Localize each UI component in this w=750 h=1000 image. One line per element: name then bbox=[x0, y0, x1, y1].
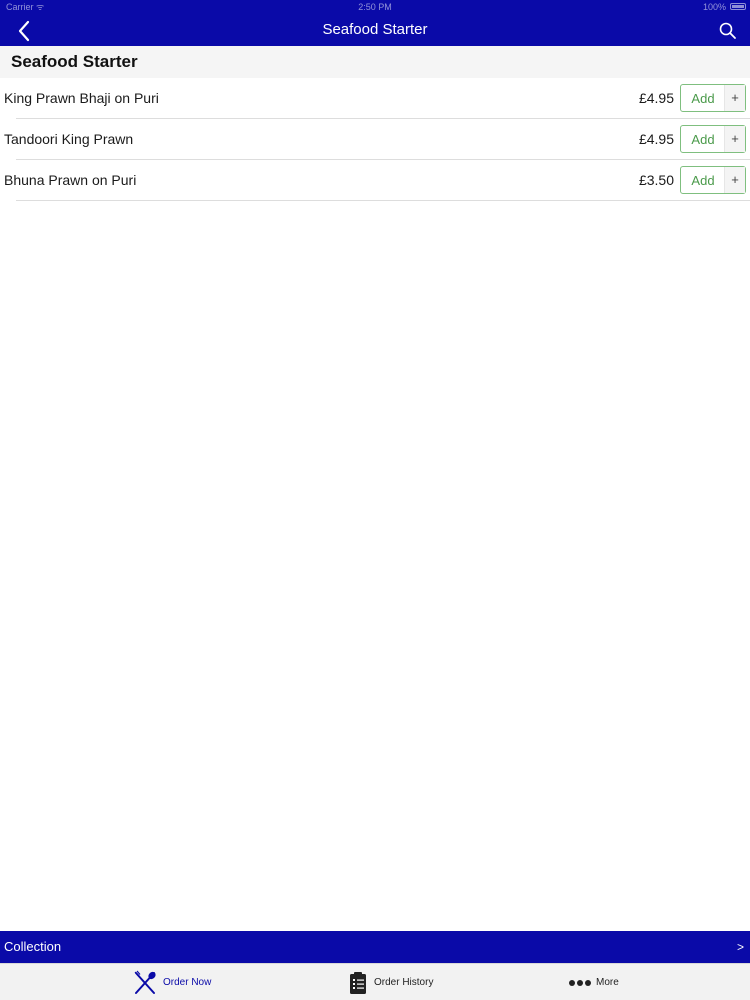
plus-icon: + bbox=[724, 126, 745, 152]
add-button[interactable]: Add + bbox=[680, 84, 746, 112]
app-root: Carrier ᯤ 2:50 PM 100% Seafood Starter S… bbox=[0, 0, 750, 1000]
menu-item[interactable]: King Prawn Bhaji on Puri £4.95 Add + bbox=[0, 78, 750, 119]
add-label: Add bbox=[691, 173, 715, 188]
plus-icon: + bbox=[724, 85, 745, 111]
tab-order-history[interactable]: Order History bbox=[345, 964, 455, 1000]
status-bar: Carrier ᯤ 2:50 PM 100% bbox=[0, 0, 750, 14]
item-price: £4.95 bbox=[638, 90, 674, 106]
add-label: Add bbox=[691, 132, 715, 147]
battery-percent: 100% bbox=[702, 2, 726, 12]
plus-icon: + bbox=[724, 167, 745, 193]
tab-more[interactable]: More bbox=[566, 964, 636, 1000]
add-button[interactable]: Add + bbox=[680, 166, 746, 194]
add-button[interactable]: Add + bbox=[680, 125, 746, 153]
search-icon bbox=[719, 22, 736, 39]
collection-bar[interactable]: Collection > bbox=[0, 931, 750, 963]
section-title: Seafood Starter bbox=[11, 52, 138, 71]
more-dots-icon bbox=[569, 980, 591, 986]
item-price: £4.95 bbox=[638, 131, 674, 147]
clipboard-icon bbox=[350, 972, 366, 994]
menu-list: King Prawn Bhaji on Puri £4.95 Add + Tan… bbox=[0, 78, 750, 201]
add-label: Add bbox=[691, 91, 715, 106]
item-name: Tandoori King Prawn bbox=[4, 131, 134, 147]
tab-order-now[interactable]: Order Now bbox=[132, 964, 232, 1000]
menu-item[interactable]: Bhuna Prawn on Puri £3.50 Add + bbox=[0, 160, 750, 201]
top-bar: Carrier ᯤ 2:50 PM 100% Seafood Starter bbox=[0, 0, 750, 46]
tab-label: More bbox=[596, 977, 619, 988]
chevron-right-icon: > bbox=[736, 940, 744, 954]
tab-label: Order Now bbox=[163, 977, 212, 988]
battery-icon bbox=[730, 3, 746, 10]
section-header: Seafood Starter bbox=[0, 46, 750, 78]
item-price: £3.50 bbox=[638, 172, 674, 188]
status-time: 2:50 PM bbox=[358, 2, 392, 12]
search-button[interactable] bbox=[716, 19, 740, 43]
menu-item[interactable]: Tandoori King Prawn £4.95 Add + bbox=[0, 119, 750, 160]
collection-label: Collection bbox=[4, 939, 62, 954]
page-title: Seafood Starter bbox=[322, 21, 428, 38]
tab-label: Order History bbox=[374, 977, 434, 988]
item-name: King Prawn Bhaji on Puri bbox=[4, 90, 159, 106]
tab-bar: Order Now Order History More bbox=[0, 963, 750, 1000]
fork-knife-icon bbox=[134, 970, 156, 994]
item-name: Bhuna Prawn on Puri bbox=[4, 172, 137, 188]
